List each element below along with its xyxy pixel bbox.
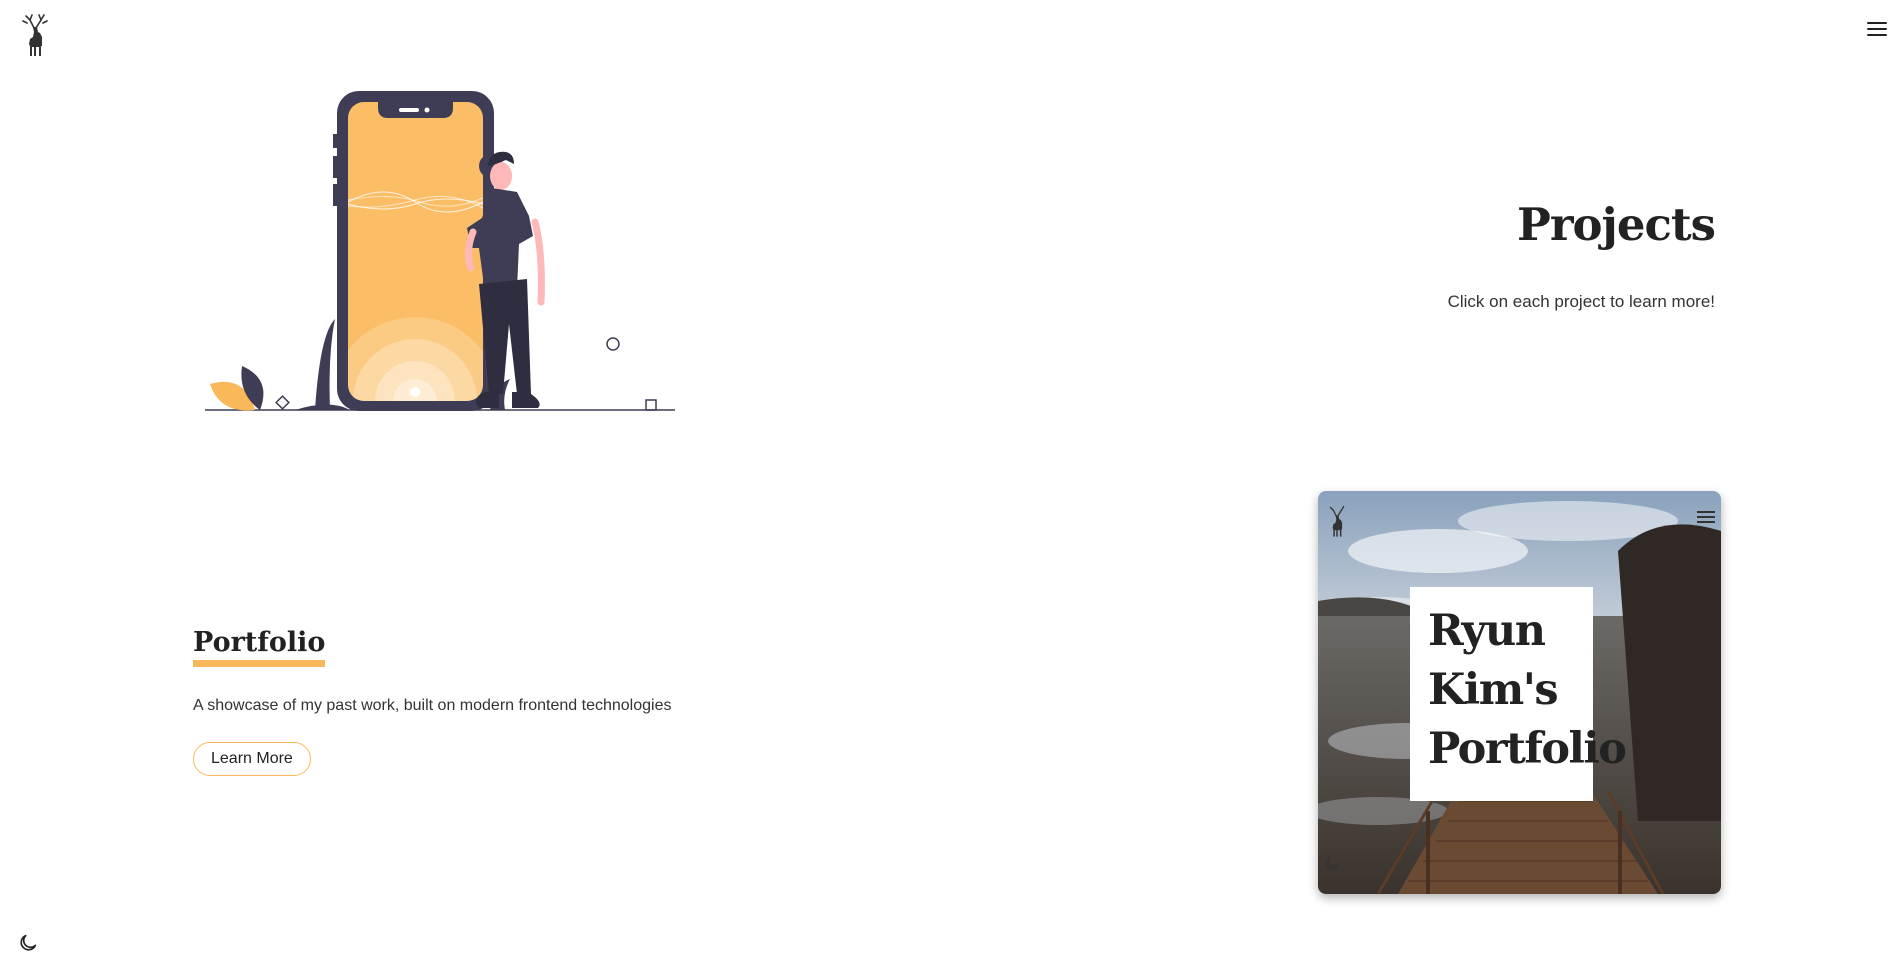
page-subtitle: Click on each project to learn more! xyxy=(1447,292,1715,311)
person-leaning-on-phone-illustration xyxy=(190,84,680,416)
page-title: Projects xyxy=(1517,198,1716,251)
card-title-box: Ryun Kim's Portfolio xyxy=(1410,587,1627,801)
deer-logo-icon[interactable] xyxy=(20,14,50,58)
card-deer-logo-icon xyxy=(1326,505,1348,539)
project-preview-card[interactable]: Ryun Kim's Portfolio xyxy=(1318,491,1721,894)
card-title: Ryun Kim's Portfolio xyxy=(1428,606,1627,774)
hamburger-menu-icon[interactable] xyxy=(1865,18,1889,40)
card-hamburger-menu-icon xyxy=(1697,508,1715,524)
project-description: A showcase of my past work, built on mod… xyxy=(193,697,672,714)
moon-icon[interactable] xyxy=(17,932,39,954)
learn-more-button[interactable]: Learn More xyxy=(193,742,311,776)
project-title: Portfolio xyxy=(193,627,326,667)
card-moon-icon xyxy=(1323,854,1341,872)
